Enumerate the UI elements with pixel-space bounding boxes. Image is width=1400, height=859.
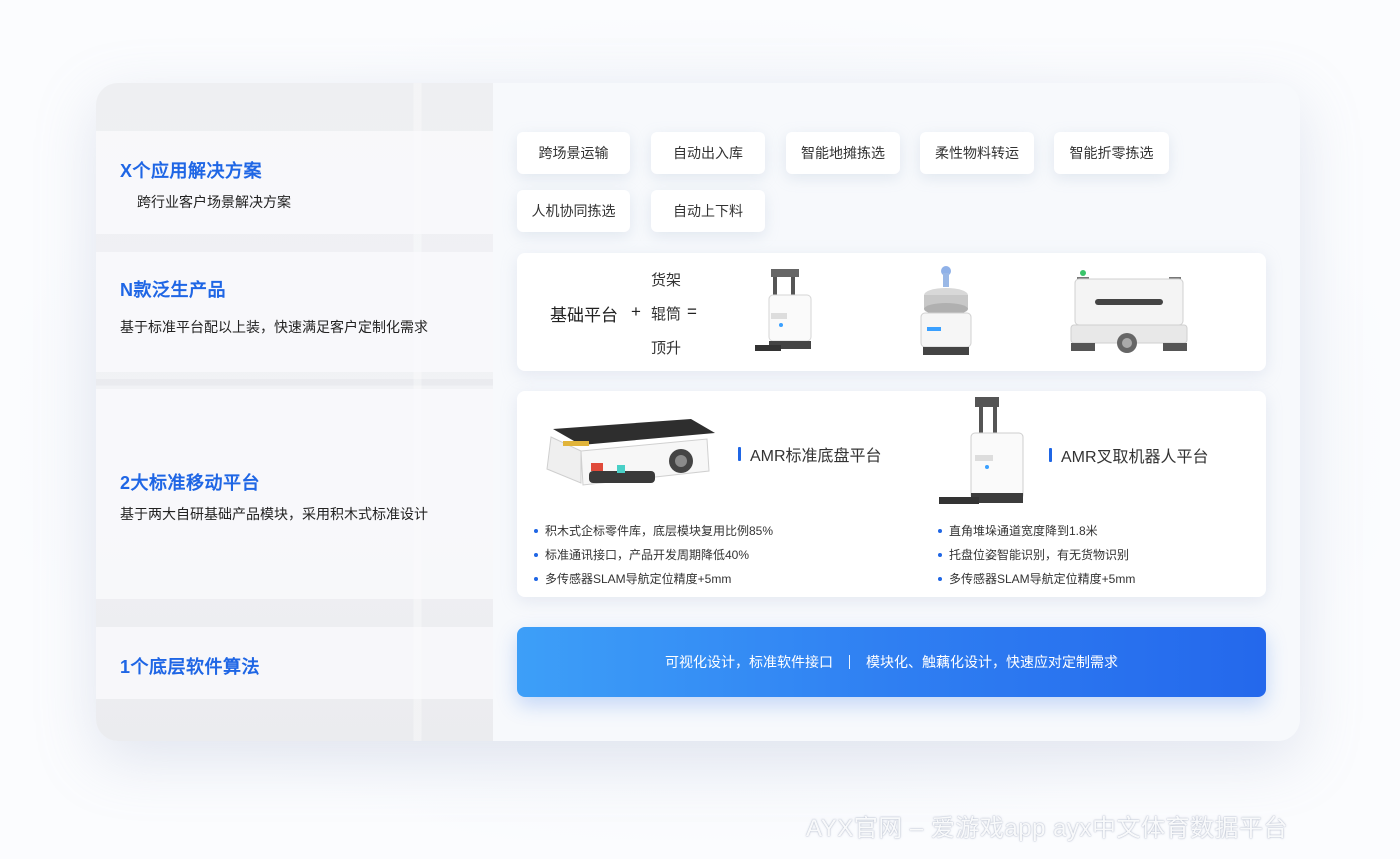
formula-option: 顶升 bbox=[651, 340, 682, 357]
banner-left-text: 可视化设计，标准软件接口 bbox=[665, 654, 833, 670]
section-desc: 基于两大自研基础产品模块，采用积木式标准设计 bbox=[120, 506, 428, 522]
amr-base-features: 积木式企标零件库，底层模块复用比例85% 标准通讯接口，产品开发周期降低40% … bbox=[534, 519, 773, 591]
formula-option: 货架 bbox=[651, 272, 682, 289]
watermark: AYX官网 – 爱游戏app ayx中文体育数据平台 bbox=[806, 815, 1288, 842]
feature-item: 直角堆垛通道宽度降到1.8米 bbox=[938, 519, 1135, 543]
forklift-features: 直角堆垛通道宽度降到1.8米 托盘位姿智能识别，有无货物识别 多传感器SLAM导… bbox=[938, 519, 1135, 591]
formula-plus: + bbox=[631, 302, 641, 321]
formula-base: 基础平台 bbox=[550, 306, 618, 325]
formula-option: 辊筒 bbox=[651, 306, 682, 323]
platform-title-text: AMR标准底盘平台 bbox=[750, 448, 882, 465]
section-desc: 跨行业客户场景解决方案 bbox=[137, 194, 291, 210]
platform-title-amr-base: AMR标准底盘平台 bbox=[738, 442, 882, 466]
section-applications: X个应用解决方案 跨行业客户场景解决方案 bbox=[96, 131, 493, 234]
section-products: N款泛生产品 基于标准平台配以上装，快速满足客户定制化需求 bbox=[96, 252, 493, 372]
feature-item: 多传感器SLAM导航定位精度+5mm bbox=[534, 567, 773, 591]
section-platforms: 2大标准移动平台 基于两大自研基础产品模块，采用积木式标准设计 bbox=[96, 389, 493, 599]
chip-auto-loading[interactable]: 自动上下料 bbox=[651, 190, 765, 232]
accent-bar bbox=[738, 447, 741, 461]
platform-title-forklift: AMR叉取机器人平台 bbox=[1049, 443, 1209, 467]
amr-base-robot-image bbox=[546, 419, 715, 486]
chip-split-picking[interactable]: 智能折零拣选 bbox=[1054, 132, 1169, 174]
feature-item: 标准通讯接口，产品开发周期降低40% bbox=[534, 543, 773, 567]
banner-right-text: 模块化、触藕化设计，快速应对定制需求 bbox=[866, 654, 1118, 670]
formula-panel: 基础平台 + 货架 辊筒 顶升 = bbox=[517, 253, 1266, 371]
platform-title-text: AMR叉取机器人平台 bbox=[1061, 449, 1209, 466]
chip-floor-picking[interactable]: 智能地摊拣选 bbox=[786, 132, 900, 174]
lift-robot-image bbox=[1070, 270, 1188, 353]
section-software: 1个底层软件算法 bbox=[96, 627, 493, 699]
chip-collaborative-picking[interactable]: 人机协同拣选 bbox=[517, 190, 630, 232]
feature-item: 多传感器SLAM导航定位精度+5mm bbox=[938, 567, 1135, 591]
banner-divider bbox=[849, 655, 850, 669]
accent-bar bbox=[1049, 448, 1052, 462]
section-title: N款泛生产品 bbox=[120, 280, 226, 300]
section-title: 2大标准移动平台 bbox=[120, 473, 261, 493]
formula-equals: = bbox=[687, 302, 697, 321]
chip-auto-warehousing[interactable]: 自动出入库 bbox=[651, 132, 765, 174]
chip-cross-scene-transport[interactable]: 跨场景运输 bbox=[517, 132, 630, 174]
chip-material-transfer[interactable]: 柔性物料转运 bbox=[920, 132, 1034, 174]
right-area: 跨场景运输 自动出入库 智能地摊拣选 柔性物料转运 智能折零拣选 人机协同拣选 … bbox=[493, 83, 1300, 741]
software-banner: 可视化设计，标准软件接口 模块化、触藕化设计，快速应对定制需求 bbox=[517, 627, 1266, 697]
architecture-card: X个应用解决方案 跨行业客户场景解决方案 N款泛生产品 基于标准平台配以上装，快… bbox=[96, 83, 1300, 741]
platforms-panel: AMR标准底盘平台 积木式企标零件库，底层模块复用比例85% 标准通讯接口，产品… bbox=[517, 391, 1266, 597]
forklift-robot-image bbox=[939, 397, 1024, 504]
feature-item: 积木式企标零件库，底层模块复用比例85% bbox=[534, 519, 773, 543]
section-title: 1个底层软件算法 bbox=[120, 657, 261, 677]
section-desc: 基于标准平台配以上装，快速满足客户定制化需求 bbox=[120, 319, 428, 335]
left-column: X个应用解决方案 跨行业客户场景解决方案 N款泛生产品 基于标准平台配以上装，快… bbox=[96, 83, 493, 741]
shelf-robot-image bbox=[755, 269, 812, 351]
roller-robot-image bbox=[920, 266, 972, 355]
feature-item: 托盘位姿智能识别，有无货物识别 bbox=[938, 543, 1135, 567]
section-title: X个应用解决方案 bbox=[120, 161, 263, 181]
